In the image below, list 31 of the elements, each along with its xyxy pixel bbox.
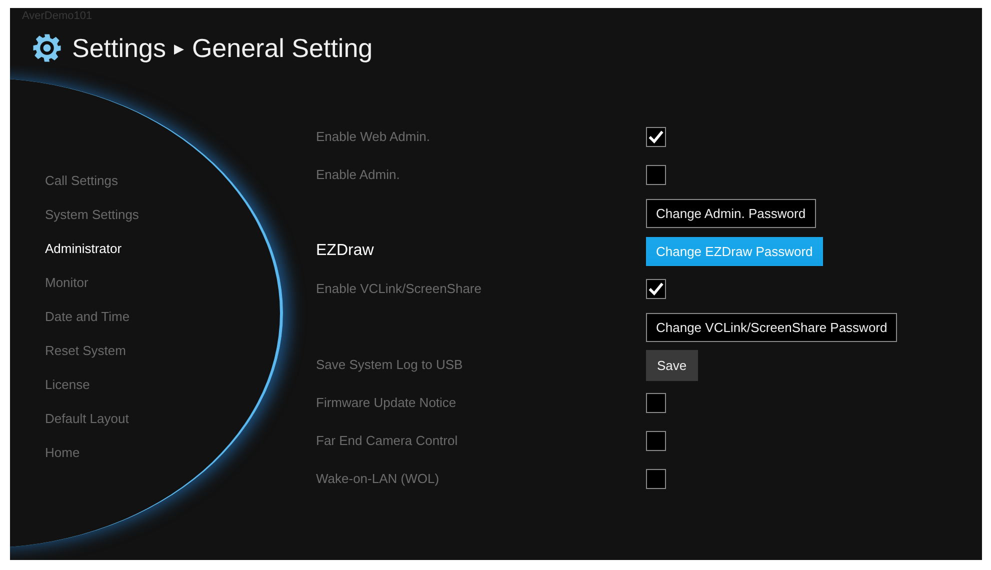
- setting-label: Far End Camera Control: [316, 433, 458, 448]
- gear-icon: [32, 33, 62, 63]
- setting-label: Wake-on-LAN (WOL): [316, 471, 440, 486]
- checkbox[interactable]: [646, 393, 666, 413]
- sidebar-item[interactable]: Administrator: [45, 232, 316, 266]
- section-heading: EZDraw: [316, 242, 374, 259]
- sidebar-item[interactable]: Default Layout: [45, 402, 316, 436]
- checkbox[interactable]: [646, 165, 666, 185]
- setting-label: Enable Web Admin.: [316, 129, 430, 144]
- sidebar-item[interactable]: Monitor: [45, 266, 316, 300]
- sidebar-item[interactable]: Reset System: [45, 334, 316, 368]
- password-button[interactable]: Change EZDraw Password: [646, 236, 823, 266]
- sidebar-item[interactable]: Date and Time: [45, 300, 316, 334]
- sidebar-item[interactable]: License: [45, 368, 316, 402]
- setting-label: Save System Log to USB: [316, 357, 463, 372]
- checkbox[interactable]: [646, 469, 666, 489]
- setting-label: Firmware Update Notice: [316, 395, 456, 410]
- setting-label: Enable VCLink/ScreenShare: [316, 281, 482, 296]
- password-button[interactable]: Change VCLink/ScreenShare Password: [646, 312, 898, 342]
- password-button[interactable]: Change Admin. Password: [646, 198, 816, 228]
- checkbox[interactable]: [646, 127, 666, 147]
- sidebar-item[interactable]: System Settings: [45, 198, 316, 232]
- breadcrumb-separator: ▶: [174, 40, 184, 56]
- page-title: General Setting: [192, 32, 373, 64]
- save-button[interactable]: Save: [646, 350, 698, 380]
- checkbox[interactable]: [646, 279, 666, 299]
- breadcrumb-section: Settings: [72, 32, 166, 64]
- sidebar-item[interactable]: Call Settings: [45, 164, 316, 198]
- sidebar-item[interactable]: Home: [45, 436, 316, 470]
- setting-label: Enable Admin.: [316, 167, 400, 182]
- checkbox[interactable]: [646, 431, 666, 451]
